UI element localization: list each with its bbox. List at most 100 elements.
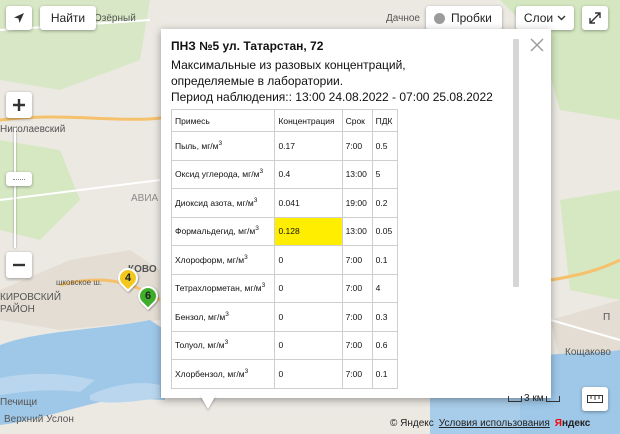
map-label-koshchakovo: Кощаково xyxy=(565,347,611,358)
minus-icon xyxy=(13,263,25,267)
cell-substance: Пыль, мг/м3 xyxy=(171,131,276,161)
cell-pdk: 0.3 xyxy=(371,302,399,332)
layers-button-label: Слои xyxy=(523,11,554,25)
zoom-slider-handle[interactable] xyxy=(6,172,32,186)
balloon-scrollbar[interactable] xyxy=(513,39,519,389)
cell-time: 7:00 xyxy=(341,273,373,303)
map-label-avia: АВИА xyxy=(131,193,159,204)
cell-time: 7:00 xyxy=(341,330,373,360)
cell-concentration: 0 xyxy=(274,273,343,303)
traffic-button[interactable]: Пробки xyxy=(426,6,502,30)
cell-substance: Толуол, мг/м3 xyxy=(171,330,276,360)
table-header-row: Примесь Концентрация Срок ПДК xyxy=(171,109,399,132)
info-balloon: ПНЗ №5 ул. Татарстан, 72 Максимальные из… xyxy=(161,29,551,398)
plus-icon xyxy=(13,99,25,111)
cell-substance: Хлороформ, мг/м3 xyxy=(171,245,276,275)
column-header-substance: Примесь xyxy=(171,109,276,132)
table-row: Толуол, мг/м3 0 7:00 0.6 xyxy=(171,330,399,360)
map-label-nikolaevsky: Николаевский xyxy=(0,124,66,135)
cell-substance: Диоксид азота, мг/м3 xyxy=(171,188,276,218)
location-arrow-icon xyxy=(14,13,24,23)
cell-time: 7:00 xyxy=(341,359,373,389)
column-header-pdk: ПДК xyxy=(371,109,399,132)
zoom-in-button[interactable] xyxy=(6,92,32,118)
table-row: Диоксид азота, мг/м3 0.041 19:00 0.2 xyxy=(171,188,399,218)
observation-period: Период наблюдения:: 13:00 24.08.2022 - 0… xyxy=(171,90,493,104)
cell-concentration: 0.17 xyxy=(274,131,343,161)
station-title: ПНЗ №5 ул. Татарстан, 72 xyxy=(171,39,324,53)
cell-concentration: 0 xyxy=(274,302,343,332)
column-header-time: Срок xyxy=(341,109,373,132)
expand-icon xyxy=(589,12,601,24)
scale-bar-end xyxy=(545,395,560,402)
cell-substance: Оксид углерода, мг/м3 xyxy=(171,159,276,189)
cell-concentration: 0 xyxy=(274,245,343,275)
ruler-icon xyxy=(587,395,603,403)
map-footer: © Яндекс Условия использования Яндекс xyxy=(390,418,590,429)
traffic-button-label: Пробки xyxy=(451,11,492,25)
traffic-light-icon xyxy=(434,12,445,24)
geolocation-button[interactable] xyxy=(6,6,32,30)
table-row: Хлорбензол, мг/м3 0 7:00 0.1 xyxy=(171,359,399,389)
cell-pdk: 0.5 xyxy=(371,131,399,161)
cell-pdk: 0.6 xyxy=(371,330,399,360)
fullscreen-button[interactable] xyxy=(582,6,608,30)
table-row: Хлороформ, мг/м3 0 7:00 0.1 xyxy=(171,245,399,275)
map-label-rayon: РАЙОН xyxy=(0,304,35,315)
table-row: Бензол, мг/м3 0 7:00 0.3 xyxy=(171,302,399,332)
map-label-verkhny-uslon: Верхний Услон xyxy=(4,414,74,425)
find-button[interactable]: Найти xyxy=(40,6,96,30)
scale-label: 3 км xyxy=(524,393,544,404)
table-row: Оксид углерода, мг/м3 0.4 13:00 5 xyxy=(171,159,399,189)
cell-concentration: 0.041 xyxy=(274,188,343,218)
concentration-table: Примесь Концентрация Срок ПДК Пыль, мг/м… xyxy=(171,109,399,389)
cell-time: 7:00 xyxy=(341,131,373,161)
cell-concentration: 0.4 xyxy=(274,159,343,189)
cell-pdk: 0.1 xyxy=(371,359,399,389)
cell-concentration: 0 xyxy=(274,359,343,389)
cell-time: 7:00 xyxy=(341,302,373,332)
map-label-ozerny: Озёрный xyxy=(94,13,136,24)
layers-button[interactable]: Слои xyxy=(516,6,574,30)
description-line-2: определяемые в лаборатории. xyxy=(171,74,344,88)
map-label-pechishchi: Печищи xyxy=(0,397,38,408)
table-body: Пыль, мг/м3 0.17 7:00 0.5 Оксид углерода, мг… xyxy=(171,131,399,389)
zoom-out-button[interactable] xyxy=(6,252,32,278)
cell-substance: Тетрахлорметан, мг/м3 xyxy=(171,273,276,303)
cell-substance: Хлорбензол, мг/м3 xyxy=(171,359,276,389)
table-row: Формальдегид, мг/м3 0.128 13:00 0.05 xyxy=(171,216,399,246)
description-line-1: Максимальные из разовых концентраций, xyxy=(171,58,406,72)
map-label-highway: шковское ш. xyxy=(56,278,102,287)
cell-concentration: 0 xyxy=(274,330,343,360)
table-row: Пыль, мг/м3 0.17 7:00 0.5 xyxy=(171,131,399,161)
cell-time: 13:00 xyxy=(341,159,373,189)
zoom-slider-track[interactable] xyxy=(14,128,16,248)
cell-pdk: 0.2 xyxy=(371,188,399,218)
cell-substance: Бензол, мг/м3 xyxy=(171,302,276,332)
map-label-p: П xyxy=(603,312,611,323)
cell-pdk: 0.05 xyxy=(371,216,399,246)
balloon-pointer xyxy=(200,395,216,409)
cell-time: 19:00 xyxy=(341,188,373,218)
grip-icon xyxy=(13,178,25,180)
cell-pdk: 5 xyxy=(371,159,399,189)
cell-time: 7:00 xyxy=(341,245,373,275)
cell-pdk: 0.1 xyxy=(371,245,399,275)
map-scale: 3 км xyxy=(508,393,560,404)
map-label-kirovsky: КИРОВСКИЙ xyxy=(0,292,62,303)
find-button-label: Найти xyxy=(50,11,86,25)
cell-substance: Формальдегид, мг/м3 xyxy=(171,216,276,246)
chevron-down-icon xyxy=(557,15,566,21)
table-row: Тетрахлорметан, мг/м3 0 7:00 4 xyxy=(171,273,399,303)
cell-time: 13:00 xyxy=(341,216,373,246)
cell-concentration: 0.128 xyxy=(274,216,343,246)
close-icon[interactable] xyxy=(529,37,545,53)
ruler-button[interactable] xyxy=(582,387,608,411)
scale-bar xyxy=(508,395,522,402)
cell-pdk: 4 xyxy=(371,273,399,303)
scrollbar-thumb[interactable] xyxy=(513,39,519,287)
yandex-logo[interactable]: Яндекс xyxy=(555,418,591,429)
copyright-text: © Яндекс xyxy=(390,418,434,429)
terms-link[interactable]: Условия использования xyxy=(439,418,550,429)
balloon-content: ПНЗ №5 ул. Татарстан, 72 Максимальные из… xyxy=(171,39,520,391)
